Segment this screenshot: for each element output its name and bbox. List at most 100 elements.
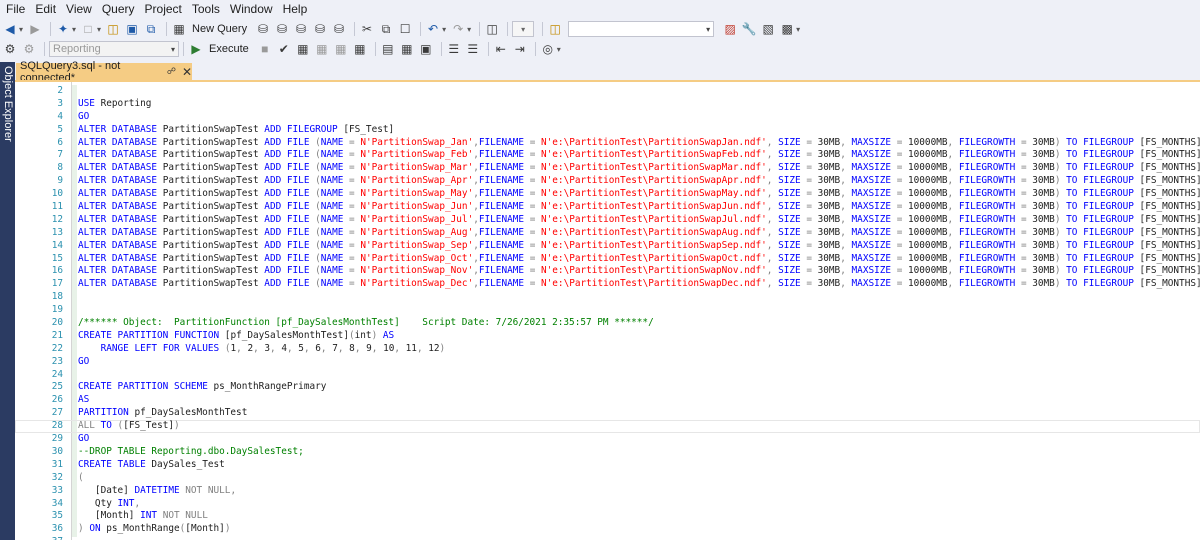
code-line[interactable]: 11 ALTER DATABASE PartitionSwapTest ADD F… bbox=[15, 201, 1200, 214]
back-dropdown-icon[interactable]: ▾ bbox=[19, 25, 23, 34]
uncomment-icon[interactable]: ☰ bbox=[465, 40, 481, 58]
code-line[interactable]: 26 AS bbox=[15, 394, 1200, 407]
code-line[interactable]: 7 ALTER DATABASE PartitionSwapTest ADD FI… bbox=[15, 149, 1200, 162]
save-all-icon[interactable]: ⧉ bbox=[143, 20, 159, 38]
code-line[interactable]: 9 ALTER DATABASE PartitionSwapTest ADD FI… bbox=[15, 175, 1200, 188]
code-line[interactable]: 25 CREATE PARTITION SCHEME ps_MonthRangeP… bbox=[15, 381, 1200, 394]
object-explorer-strip[interactable]: Object Explorer bbox=[0, 62, 15, 540]
close-icon[interactable]: ✕ bbox=[182, 66, 192, 78]
menu-project[interactable]: Project bbox=[143, 0, 190, 18]
add-item-icon[interactable]: □ bbox=[80, 20, 96, 38]
menu-query[interactable]: Query bbox=[100, 0, 143, 18]
pin-icon[interactable]: ☍ bbox=[167, 66, 176, 77]
code-line[interactable]: 31 CREATE TABLE DaySales_Test bbox=[15, 459, 1200, 472]
activity-monitor-icon[interactable]: ◫ bbox=[484, 20, 500, 38]
database-engine-query-icon[interactable]: ⛁ bbox=[255, 20, 271, 38]
query-options-icon[interactable]: ▦ bbox=[314, 40, 330, 58]
code-line[interactable]: 21 CREATE PARTITION FUNCTION [pf_DaySales… bbox=[15, 330, 1200, 343]
display-estimated-plan-icon[interactable]: ▦ bbox=[295, 40, 311, 58]
actual-plan-icon[interactable]: ▦ bbox=[352, 40, 368, 58]
tab-sqlquery3[interactable]: SQLQuery3.sql - not connected* ☍ ✕ bbox=[16, 60, 192, 84]
mdx-query-icon[interactable]: ⛁ bbox=[274, 20, 290, 38]
connect-icon[interactable]: ⚙ bbox=[2, 40, 18, 58]
code-line[interactable]: 35 [Month] INT NOT NULL bbox=[15, 510, 1200, 523]
increase-indent-icon[interactable]: ⇥ bbox=[512, 40, 528, 58]
redo-icon[interactable]: ↷ bbox=[450, 20, 466, 38]
code-line[interactable]: 13 ALTER DATABASE PartitionSwapTest ADD F… bbox=[15, 227, 1200, 240]
cancel-query-icon[interactable]: ■ bbox=[257, 40, 273, 58]
menu-file[interactable]: File bbox=[4, 0, 33, 18]
code-line[interactable]: 6 ALTER DATABASE PartitionSwapTest ADD FI… bbox=[15, 137, 1200, 150]
code-line[interactable]: 12 ALTER DATABASE PartitionSwapTest ADD F… bbox=[15, 214, 1200, 227]
parse-icon[interactable]: ✔ bbox=[276, 40, 292, 58]
code-line[interactable]: 20 /****** Object: PartitionFunction [pf_… bbox=[15, 317, 1200, 330]
code-line[interactable]: 5 ALTER DATABASE PartitionSwapTest ADD FI… bbox=[15, 124, 1200, 137]
menu-tools[interactable]: Tools bbox=[190, 0, 228, 18]
code-line[interactable]: 16 ALTER DATABASE PartitionSwapTest ADD F… bbox=[15, 265, 1200, 278]
available-databases-dropdown[interactable]: Reporting ▾ bbox=[49, 41, 179, 57]
disconnect-icon[interactable]: ⚙ bbox=[21, 40, 37, 58]
open-file-icon[interactable]: ◫ bbox=[105, 20, 121, 38]
code-line[interactable]: 19 bbox=[15, 304, 1200, 317]
new-query-icon[interactable]: ▦ bbox=[171, 20, 187, 38]
copy-icon[interactable]: ⧉ bbox=[378, 20, 394, 38]
solution-config-dropdown[interactable]: ▾ bbox=[512, 21, 535, 37]
new-query-button[interactable]: New Query bbox=[192, 23, 247, 35]
cut-icon[interactable]: ✂ bbox=[359, 20, 375, 38]
code-line[interactable]: 37 bbox=[15, 536, 1200, 540]
results-to-file-icon[interactable]: ▣ bbox=[418, 40, 434, 58]
code-line[interactable]: 10 ALTER DATABASE PartitionSwapTest ADD F… bbox=[15, 188, 1200, 201]
new-project-dropdown-icon[interactable]: ▾ bbox=[72, 25, 76, 34]
code-line[interactable]: 24 bbox=[15, 369, 1200, 382]
save-icon[interactable]: ▣ bbox=[124, 20, 140, 38]
wrench-icon[interactable]: 🔧 bbox=[741, 20, 757, 38]
code-line[interactable]: 23 GO bbox=[15, 356, 1200, 369]
redo-dropdown-icon[interactable]: ▾ bbox=[467, 25, 471, 34]
code-lines[interactable]: 2 3 USE Reporting 4 GO 5 ALTER DATABASE Partit… bbox=[15, 85, 1200, 540]
code-line[interactable]: 28 ALL TO ([FS_Test]) bbox=[15, 420, 1200, 434]
code-line[interactable]: 2 bbox=[15, 85, 1200, 98]
undo-dropdown-icon[interactable]: ▾ bbox=[442, 25, 446, 34]
menu-view[interactable]: View bbox=[64, 0, 100, 18]
code-line[interactable]: 18 bbox=[15, 291, 1200, 304]
execute-icon[interactable]: ▶ bbox=[188, 40, 204, 58]
code-line[interactable]: 34 Qty INT, bbox=[15, 498, 1200, 511]
paste-icon[interactable]: ☐ bbox=[397, 20, 413, 38]
specify-template-values-icon[interactable]: ◎ bbox=[540, 40, 556, 58]
xmla-query-icon[interactable]: ⛁ bbox=[312, 20, 328, 38]
code-line[interactable]: 33 [Date] DATETIME NOT NULL, bbox=[15, 485, 1200, 498]
dmx-query-icon[interactable]: ⛁ bbox=[293, 20, 309, 38]
results-to-text-icon[interactable]: ▤ bbox=[380, 40, 396, 58]
toolbox-icon[interactable]: ▧ bbox=[760, 20, 776, 38]
execute-button[interactable]: Execute bbox=[209, 43, 249, 55]
new-project-icon[interactable]: ✦ bbox=[55, 20, 71, 38]
code-line[interactable]: 15 ALTER DATABASE PartitionSwapTest ADD F… bbox=[15, 253, 1200, 266]
query-editor[interactable]: 2 3 USE Reporting 4 GO 5 ALTER DATABASE Partit… bbox=[15, 82, 1200, 540]
toolbar-options-icon[interactable]: ▾ bbox=[557, 45, 561, 54]
menu-window[interactable]: Window bbox=[228, 0, 281, 18]
code-line[interactable]: 14 ALTER DATABASE PartitionSwapTest ADD F… bbox=[15, 240, 1200, 253]
toolbar-options-icon[interactable]: ▾ bbox=[796, 25, 800, 34]
intellisense-icon[interactable]: ▦ bbox=[333, 40, 349, 58]
decrease-indent-icon[interactable]: ⇤ bbox=[493, 40, 509, 58]
results-to-grid-icon[interactable]: ▦ bbox=[399, 40, 415, 58]
code-line[interactable]: 29 GO bbox=[15, 433, 1200, 446]
menu-help[interactable]: Help bbox=[281, 0, 316, 18]
properties-icon[interactable]: ▨ bbox=[722, 20, 738, 38]
forward-icon[interactable]: ▶ bbox=[27, 20, 43, 38]
code-line[interactable]: 8 ALTER DATABASE PartitionSwapTest ADD FI… bbox=[15, 162, 1200, 175]
undo-icon[interactable]: ↶ bbox=[425, 20, 441, 38]
object-explorer-label[interactable]: Object Explorer bbox=[1, 66, 14, 142]
find-in-files-icon[interactable]: ◫ bbox=[547, 20, 563, 38]
search-combo[interactable]: ▾ bbox=[568, 21, 715, 37]
dax-query-icon[interactable]: ⛁ bbox=[331, 20, 347, 38]
code-line[interactable]: 17 ALTER DATABASE PartitionSwapTest ADD F… bbox=[15, 278, 1200, 291]
code-line[interactable]: 3 USE Reporting bbox=[15, 98, 1200, 111]
code-line[interactable]: 22 RANGE LEFT FOR VALUES (1, 2, 3, 4, 5,… bbox=[15, 343, 1200, 356]
back-icon[interactable]: ◀ bbox=[2, 20, 18, 38]
command-window-icon[interactable]: ▩ bbox=[779, 20, 795, 38]
code-line[interactable]: 4 GO bbox=[15, 111, 1200, 124]
code-line[interactable]: 36) ON ps_MonthRange([Month]) bbox=[15, 523, 1200, 536]
comment-icon[interactable]: ☰ bbox=[446, 40, 462, 58]
code-line[interactable]: 32 ( bbox=[15, 472, 1200, 485]
